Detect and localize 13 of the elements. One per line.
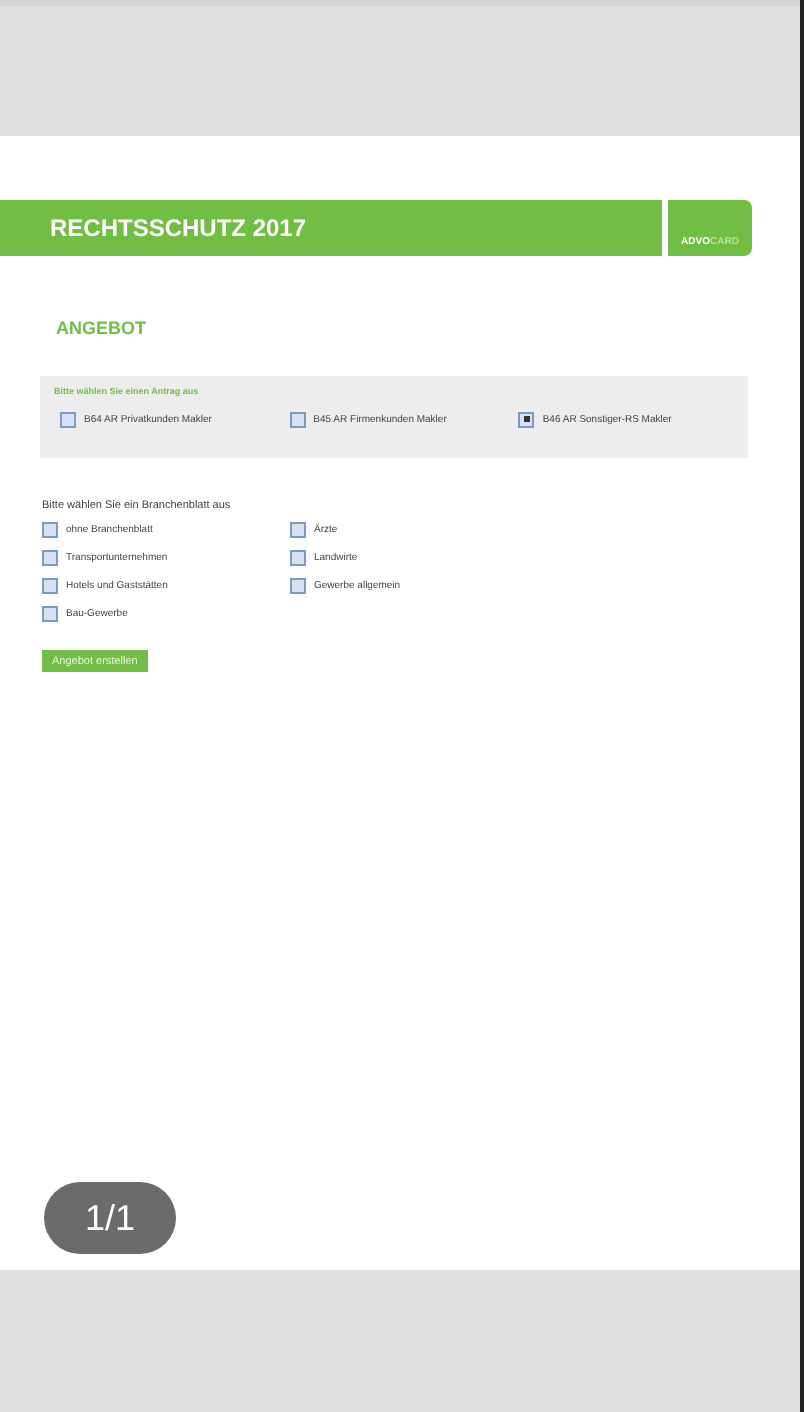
checkbox[interactable] — [518, 411, 535, 427]
checkbox[interactable] — [60, 411, 76, 427]
checkbox[interactable] — [289, 411, 306, 427]
checkbox[interactable] — [42, 577, 58, 593]
section-heading: ANGEBOT — [56, 318, 148, 338]
checkbox[interactable] — [42, 549, 58, 565]
checkbox[interactable] — [42, 521, 58, 537]
checkbox[interactable] — [290, 549, 306, 565]
checkbox[interactable] — [42, 605, 58, 621]
checkbox[interactable] — [290, 521, 306, 537]
document-title: RECHTSSCHUTZ 2017 — [50, 214, 307, 242]
page-counter: 1/1 — [44, 1182, 176, 1254]
checkbox[interactable] — [290, 577, 306, 593]
